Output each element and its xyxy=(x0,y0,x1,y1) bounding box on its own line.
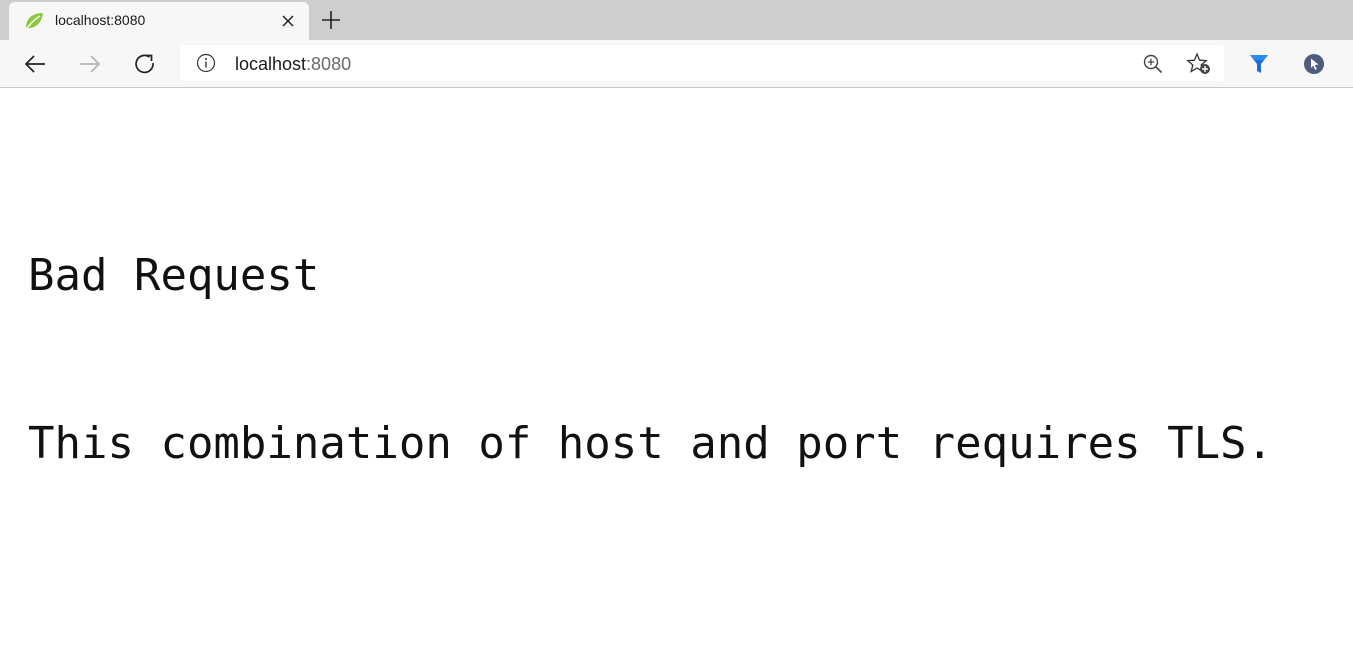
close-icon[interactable] xyxy=(279,12,297,30)
back-arrow-icon[interactable] xyxy=(21,50,49,78)
page-heading: Bad Request xyxy=(28,250,320,301)
spring-leaf-icon xyxy=(23,10,45,32)
plus-icon[interactable] xyxy=(318,7,344,33)
tab-active[interactable]: localhost:8080 xyxy=(9,2,309,40)
address-bar[interactable]: localhost:8080 xyxy=(180,45,1224,81)
browser-toolbar: localhost:8080 xyxy=(0,40,1353,88)
zoom-in-icon[interactable] xyxy=(1142,53,1164,75)
address-url[interactable]: localhost:8080 xyxy=(235,54,351,75)
forward-arrow-icon[interactable] xyxy=(76,50,104,78)
add-favorite-icon[interactable] xyxy=(1186,52,1212,76)
page-body: Bad Request This combination of host and… xyxy=(28,136,1273,528)
cursor-circle-icon[interactable] xyxy=(1302,52,1326,76)
url-port: :8080 xyxy=(306,54,352,74)
info-icon[interactable] xyxy=(196,53,216,73)
tab-strip: localhost:8080 xyxy=(0,0,1353,40)
url-host: localhost xyxy=(235,54,307,74)
tab-title: localhost:8080 xyxy=(55,12,146,28)
error-message: This combination of host and port requir… xyxy=(28,418,1274,469)
filter-funnel-icon[interactable] xyxy=(1247,52,1271,76)
reload-icon[interactable] xyxy=(131,50,159,78)
